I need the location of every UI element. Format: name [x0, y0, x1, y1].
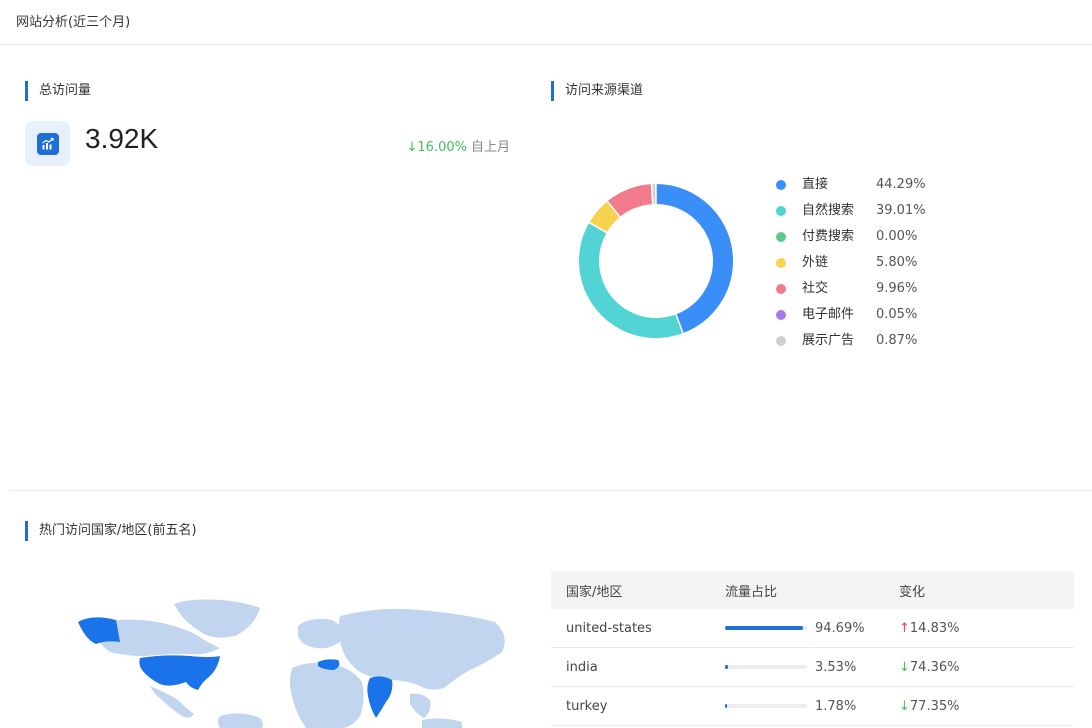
- share-cell: 3.53%: [725, 660, 899, 675]
- share-bar: [725, 665, 807, 669]
- legend-label: 付费搜索: [802, 229, 855, 244]
- change-percent: 77.35%: [909, 698, 960, 714]
- change-cell: ↓74.36%: [899, 660, 1074, 675]
- share-cell: 1.78%: [725, 699, 899, 714]
- legend-label: 外链: [802, 255, 829, 270]
- legend-label: 展示广告: [802, 333, 855, 348]
- legend-dot: [776, 206, 786, 216]
- change-percent: 74.36%: [909, 659, 960, 675]
- legend-label: 电子邮件: [802, 307, 855, 322]
- change-arrow: ↓: [899, 698, 910, 714]
- page-title: 网站分析(近三个月): [16, 15, 131, 30]
- legend-item[interactable]: 自然搜索 39.01%: [776, 198, 926, 224]
- page: 网站分析(近三个月) 总访问量 3.92K ↓16.00% 自上月 访问来源渠道 …: [0, 0, 1092, 728]
- change-value: 16.00%: [417, 140, 467, 155]
- legend-dot: [776, 180, 786, 190]
- country-name: india: [566, 659, 598, 675]
- total-visits-title: 总访问量: [25, 81, 91, 101]
- share-percent: 3.53%: [815, 659, 857, 675]
- share-percent: 1.78%: [815, 698, 857, 714]
- change-arrow: ↓: [899, 659, 910, 675]
- legend-value: 44.29%: [876, 177, 926, 192]
- share-bar-fill: [725, 626, 803, 630]
- share-bar-fill: [725, 665, 728, 669]
- legend-item[interactable]: 直接 44.29%: [776, 172, 926, 198]
- legend-item[interactable]: 电子邮件 0.05%: [776, 302, 926, 328]
- change-arrow: ↓: [406, 140, 418, 155]
- share-cell: 94.69%: [725, 621, 899, 636]
- header-country: 国家/地区: [566, 584, 623, 600]
- legend-value: 9.96%: [876, 281, 918, 296]
- traffic-sources-title: 访问来源渠道: [551, 81, 643, 101]
- header-share: 流量占比: [725, 584, 778, 600]
- country-name: turkey: [566, 698, 608, 714]
- country-name: united-states: [566, 620, 652, 636]
- change-cell: ↓77.35%: [899, 699, 1074, 714]
- table-row: india 3.53% ↓74.36%: [551, 648, 1074, 687]
- change-label: 自上月: [470, 140, 510, 155]
- legend-value: 0.87%: [876, 333, 918, 348]
- legend-label: 社交: [802, 281, 829, 296]
- legend-item[interactable]: 外链 5.80%: [776, 250, 926, 276]
- table-header: 国家/地区 流量占比 变化: [551, 571, 1074, 609]
- page-header: 网站分析(近三个月): [0, 0, 1092, 45]
- legend-dot: [776, 258, 786, 268]
- total-visits-change: ↓16.00% 自上月: [407, 136, 511, 155]
- change-cell: ↑14.83%: [899, 621, 1074, 636]
- total-visits-value: 3.92K: [85, 123, 159, 154]
- legend-dot: [776, 284, 786, 294]
- trend-chart-icon: [25, 121, 70, 166]
- top-countries-title: 热门访问国家/地区(前五名): [25, 521, 197, 541]
- change-arrow: ↑: [899, 620, 910, 636]
- change-percent: 14.83%: [909, 620, 960, 636]
- legend-value: 0.00%: [876, 229, 918, 244]
- table-row: turkey 1.78% ↓77.35%: [551, 687, 1074, 726]
- share-bar-fill: [725, 704, 727, 708]
- share-bar: [725, 626, 807, 630]
- legend-dot: [776, 310, 786, 320]
- legend-dot: [776, 336, 786, 346]
- section-divider: [10, 490, 1092, 491]
- legend-item[interactable]: 付费搜索 0.00%: [776, 224, 926, 250]
- traffic-sources-legend: 直接 44.29% 自然搜索 39.01% 付费搜索 0.00% 外链 5.80% 社交 9.96…: [776, 172, 926, 354]
- legend-label: 自然搜索: [802, 203, 855, 218]
- share-percent: 94.69%: [815, 620, 865, 636]
- legend-value: 39.01%: [876, 203, 926, 218]
- legend-value: 0.05%: [876, 307, 918, 322]
- top-countries-table: 国家/地区 流量占比 变化 united-states 94.69% ↑14.83%…: [551, 571, 1074, 726]
- world-map: [78, 599, 505, 728]
- share-bar: [725, 704, 807, 708]
- traffic-sources-donut-chart: [579, 184, 733, 338]
- legend-value: 5.80%: [876, 255, 918, 270]
- legend-dot: [776, 232, 786, 242]
- legend-item[interactable]: 展示广告 0.87%: [776, 328, 926, 354]
- legend-item[interactable]: 社交 9.96%: [776, 276, 926, 302]
- table-row: united-states 94.69% ↑14.83%: [551, 609, 1074, 648]
- legend-label: 直接: [802, 177, 829, 192]
- header-change: 变化: [899, 584, 926, 600]
